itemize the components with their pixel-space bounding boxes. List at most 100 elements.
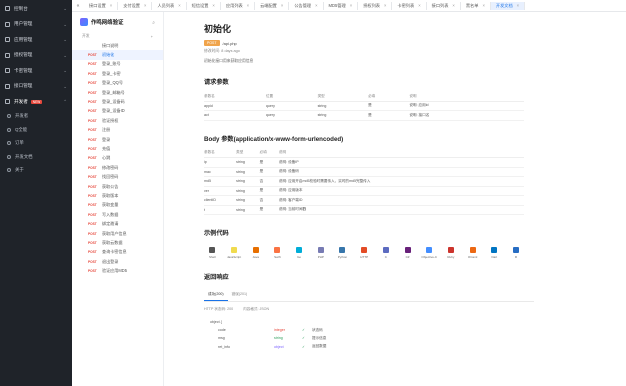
- close-icon[interactable]: ×: [418, 3, 420, 8]
- sidebar-subitem[interactable]: 开发文档: [0, 150, 72, 164]
- add-icon[interactable]: +: [151, 35, 153, 39]
- doc-nav-item[interactable]: POST 验证授权: [72, 116, 163, 125]
- close-icon[interactable]: ×: [144, 3, 146, 8]
- doc-nav-label: 验证应用MD5: [102, 268, 128, 274]
- sidebar-item[interactable]: 接口管理 ⌄: [0, 79, 72, 95]
- tab-item[interactable]: 云端配置 ×: [255, 1, 290, 10]
- doc-nav-item[interactable]: POST 验证应用MD5: [72, 266, 163, 275]
- item-icon: [7, 141, 11, 146]
- doc-nav-item[interactable]: POST 获取变量: [72, 201, 163, 210]
- response-meta-item: HTTP 状态码: 200: [204, 307, 234, 311]
- doc-nav-item[interactable]: POST 修改密码: [72, 163, 163, 172]
- language-option[interactable]: PHP: [312, 247, 329, 259]
- language-option[interactable]: HTTP: [356, 247, 373, 259]
- close-icon[interactable]: ×: [517, 3, 519, 8]
- sidebar-item[interactable]: 开发者 NEW ⌃: [0, 94, 72, 110]
- table-cell: mac: [204, 167, 237, 177]
- language-label: Shell: [209, 255, 216, 259]
- tab-item[interactable]: 卡密列表 ×: [392, 1, 427, 10]
- tab-item[interactable]: 黑名单 ×: [461, 1, 491, 10]
- language-option[interactable]: C: [378, 247, 395, 259]
- tab-item[interactable]: 开发文档 ×: [490, 1, 526, 10]
- doc-nav-item[interactable]: POST 登录_设备码: [72, 97, 163, 106]
- doc-nav-item[interactable]: POST 获取公告: [72, 182, 163, 191]
- sidebar-item[interactable]: 卡密管理 ⌄: [0, 63, 72, 79]
- sidebar-subitem[interactable]: Q全能: [0, 123, 72, 137]
- method-tag: POST: [88, 128, 97, 133]
- language-option[interactable]: Go: [291, 247, 308, 259]
- language-option[interactable]: C#: [399, 247, 416, 259]
- tab-item[interactable]: 接口设置 ×: [84, 1, 119, 10]
- response-tab[interactable]: 错误(201): [228, 289, 252, 301]
- tab-item[interactable]: 授权列表 ×: [358, 1, 393, 10]
- close-icon[interactable]: ×: [281, 3, 283, 8]
- response-meta-item: 内容格式: JSON: [243, 307, 270, 311]
- close-icon[interactable]: ×: [452, 3, 454, 8]
- language-label: HTTP: [360, 255, 369, 259]
- doc-section[interactable]: 开发 +: [72, 32, 163, 41]
- sidebar-item[interactable]: 控制台 ⌄: [0, 1, 72, 17]
- tab-item[interactable]: 公告管理 ×: [289, 1, 324, 10]
- language-option[interactable]: JavaScript: [226, 247, 243, 259]
- search-icon[interactable]: ⌕: [152, 20, 155, 26]
- tab-scroll-left-icon[interactable]: «: [72, 3, 84, 9]
- doc-nav-item[interactable]: POST 查询卡密信息: [72, 248, 163, 257]
- doc-nav-item[interactable]: POST 登录_QQ号: [72, 79, 163, 88]
- close-icon[interactable]: ×: [384, 3, 386, 8]
- tab-item[interactable]: 接口列表 ×: [427, 1, 461, 10]
- sidebar-item[interactable]: 用户管理 ⌄: [0, 17, 72, 33]
- language-icon: [317, 247, 324, 253]
- doc-nav-item[interactable]: POST 充值: [72, 144, 163, 153]
- response-tab[interactable]: 成功(200): [204, 289, 228, 301]
- tab-label: 支付设置: [123, 2, 140, 8]
- doc-nav-item[interactable]: POST 获取用户信息: [72, 229, 163, 238]
- item-icon: [7, 127, 11, 132]
- close-icon[interactable]: ×: [110, 3, 112, 8]
- tab-item[interactable]: 人员列表 ×: [152, 1, 187, 10]
- doc-nav-item[interactable]: POST 登录: [72, 135, 163, 144]
- tab-item[interactable]: 短信设置 ×: [187, 1, 221, 10]
- doc-nav-item[interactable]: POST 写入数据: [72, 210, 163, 219]
- doc-nav-item[interactable]: POST 登录_账号: [72, 60, 163, 69]
- language-option[interactable]: Shell: [204, 247, 221, 259]
- close-icon[interactable]: ×: [350, 3, 352, 8]
- doc-nav-item[interactable]: POST 初始化: [72, 50, 163, 60]
- sidebar-subitem[interactable]: 开发者: [0, 110, 72, 124]
- doc-nav-item[interactable]: POST 获取版本: [72, 191, 163, 200]
- tab-item[interactable]: 支付设置 ×: [118, 1, 153, 10]
- doc-nav-item[interactable]: POST 登录_卡密: [72, 69, 163, 78]
- chevron-up-icon: ⌃: [63, 99, 67, 104]
- language-icon: [296, 247, 303, 253]
- language-option[interactable]: Objective-C: [421, 247, 438, 259]
- sidebar-subitem[interactable]: 订单: [0, 137, 72, 151]
- close-icon[interactable]: ×: [315, 3, 317, 8]
- language-option[interactable]: Ruby: [443, 247, 460, 259]
- close-icon[interactable]: ×: [482, 3, 484, 8]
- doc-nav-item[interactable]: POST 注册: [72, 126, 163, 135]
- language-option[interactable]: Swift: [269, 247, 286, 259]
- tab-item[interactable]: 应用列表 ×: [221, 1, 256, 10]
- doc-nav-item[interactable]: POST 找回密码: [72, 172, 163, 181]
- doc-nav-item[interactable]: POST 登录_邮箱号: [72, 88, 163, 97]
- doc-nav-item[interactable]: POST 退出登录: [72, 257, 163, 266]
- close-icon[interactable]: ×: [212, 3, 214, 8]
- close-icon[interactable]: ×: [178, 3, 180, 8]
- doc-nav-item[interactable]: 接口说明: [72, 41, 163, 50]
- doc-nav-item[interactable]: POST 登录_设备ID: [72, 107, 163, 116]
- doc-nav-item[interactable]: POST 获取云数据: [72, 238, 163, 247]
- close-icon[interactable]: ×: [247, 3, 249, 8]
- doc-nav-item[interactable]: POST 绑定邀请: [72, 219, 163, 228]
- tab-item[interactable]: MD5管理 ×: [324, 1, 359, 10]
- table-header: 必填: [368, 92, 410, 102]
- sidebar-item[interactable]: 应用管理 ⌄: [0, 32, 72, 48]
- doc-nav-item[interactable]: POST 心跳: [72, 154, 163, 163]
- language-option[interactable]: OCaml: [464, 247, 481, 259]
- language-option[interactable]: R: [508, 247, 525, 259]
- language-option[interactable]: Java: [247, 247, 264, 259]
- tab-label: 短信设置: [191, 2, 209, 8]
- language-option[interactable]: Python: [334, 247, 351, 259]
- language-option[interactable]: Dart: [486, 247, 503, 259]
- sidebar-item[interactable]: 授权管理 ⌄: [0, 48, 72, 64]
- sidebar-subitem[interactable]: 关于: [0, 164, 72, 178]
- chevron-down-icon: ⌄: [63, 68, 67, 73]
